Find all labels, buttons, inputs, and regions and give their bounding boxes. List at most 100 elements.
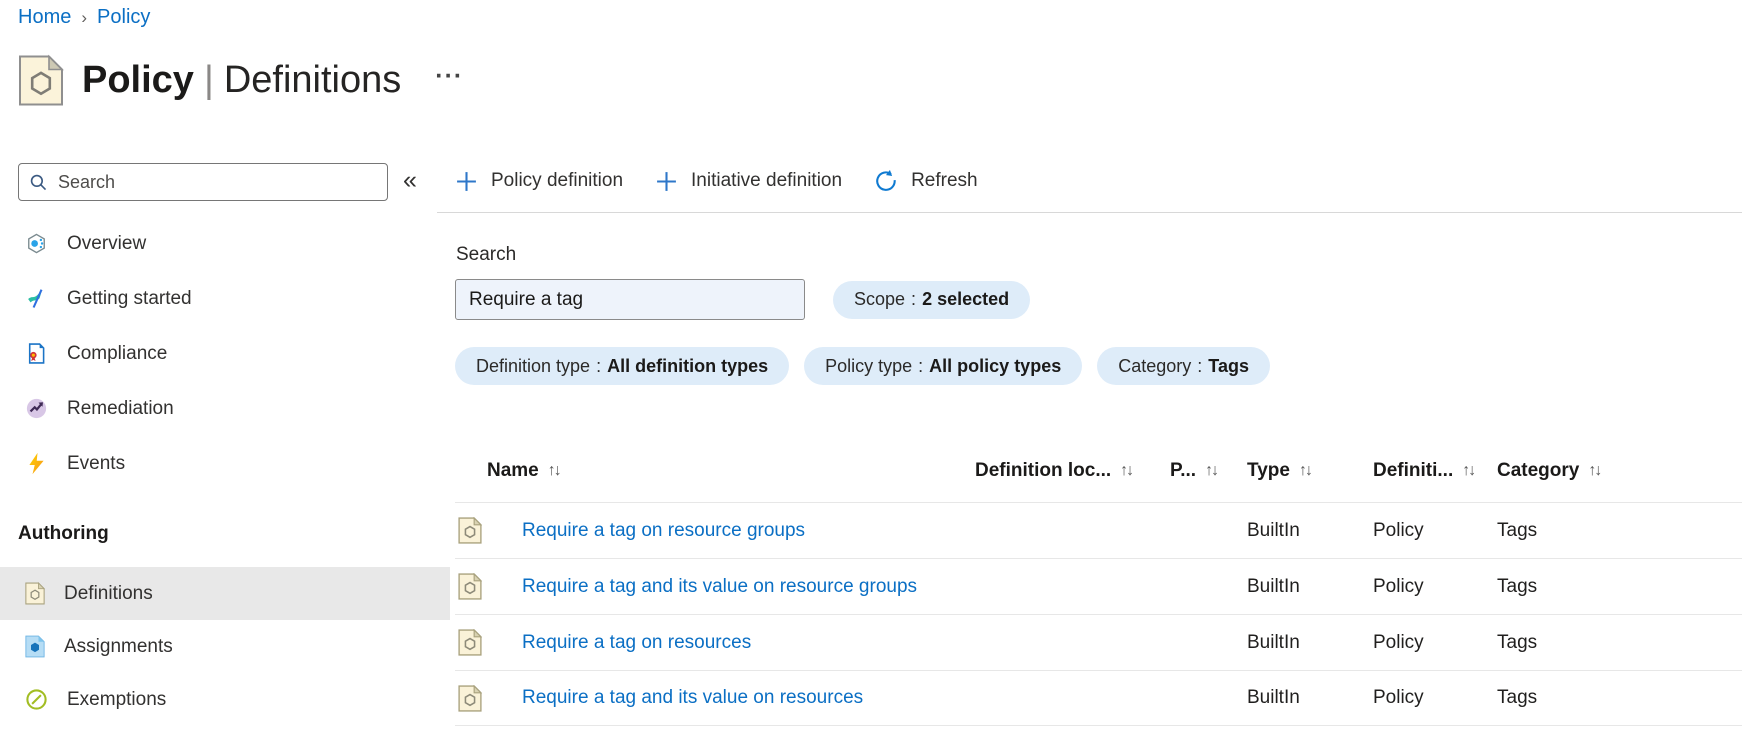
sidebar-section-authoring: Authoring — [18, 523, 109, 544]
sidebar-item-assignments[interactable]: Assignments — [0, 620, 450, 673]
sidebar-item-label: Assignments — [64, 635, 173, 657]
toolbar-divider — [437, 212, 1742, 213]
category-cell: Tags — [1497, 687, 1538, 708]
search-icon — [30, 174, 47, 190]
column-header-definition-type[interactable]: Definiti... ↑↓ — [1373, 460, 1497, 482]
name-cell: Require a tag and its value on resource … — [455, 573, 975, 600]
filter-row-1: Scope : 2 selected — [455, 279, 1031, 320]
pill-separator: : — [1197, 355, 1203, 376]
sidebar-item-label: Getting started — [67, 287, 192, 309]
name-cell: Require a tag and its value on resources — [455, 684, 975, 712]
sidebar-item-remediation[interactable]: Remediation — [0, 381, 450, 436]
pill-separator: : — [911, 289, 917, 309]
scope-filter-pill[interactable]: Scope : 2 selected — [833, 280, 1031, 319]
initiative-definition-button[interactable]: Initiative definition — [655, 170, 842, 193]
sort-icon: ↑↓ — [1298, 462, 1313, 479]
pill-value: All policy types — [929, 355, 1062, 376]
breadcrumb: Home › Policy — [18, 6, 150, 29]
policy-doc-icon — [458, 517, 482, 544]
policy-type-filter-pill[interactable]: Policy type : All policy types — [804, 347, 1083, 385]
category-filter-pill[interactable]: Category : Tags — [1097, 347, 1270, 385]
collapse-sidebar-icon[interactable]: « — [403, 165, 417, 195]
breadcrumb-home-link[interactable]: Home — [18, 6, 71, 29]
sidebar-item-label: Remediation — [67, 397, 174, 419]
table-row: Require a tag on resources BuiltIn Polic… — [455, 614, 1742, 670]
sort-icon: ↑↓ — [1120, 462, 1134, 479]
add-icon — [457, 171, 476, 191]
sort-icon: ↑↓ — [1588, 462, 1602, 479]
add-icon — [657, 171, 676, 191]
pill-label: Scope — [854, 289, 906, 309]
sort-icon: ↑↓ — [547, 462, 562, 479]
definition-link[interactable]: Require a tag and its value on resource … — [522, 576, 917, 598]
remediation-icon — [26, 398, 47, 419]
sidebar-item-label: Exemptions — [67, 688, 167, 710]
exemptions-icon — [26, 689, 47, 710]
column-header-type[interactable]: Type ↑↓ — [1247, 460, 1373, 482]
policy-doc-icon — [458, 629, 482, 656]
getting-started-icon — [28, 289, 43, 308]
refresh-icon — [876, 169, 896, 191]
pill-label: Category — [1118, 355, 1192, 376]
sidebar-item-overview[interactable]: Overview — [0, 216, 450, 271]
definition-search-input[interactable] — [455, 279, 805, 320]
page-header: Policy | Definitions ··· — [18, 50, 463, 110]
column-header-policies[interactable]: P... ↑↓ — [1170, 460, 1247, 482]
sidebar-search-input[interactable] — [58, 171, 358, 193]
command-bar: Policy definition Initiative definition … — [455, 160, 978, 202]
name-cell: Require a tag on resources — [455, 629, 975, 656]
sidebar-item-label: Definitions — [64, 582, 153, 604]
table-row: Require a tag on resource groups BuiltIn… — [455, 502, 1742, 558]
refresh-button[interactable]: Refresh — [874, 169, 978, 193]
definition-type-cell: Policy — [1373, 519, 1424, 541]
definition-type-cell: Policy — [1373, 631, 1424, 653]
category-cell: Tags — [1497, 575, 1538, 597]
sidebar-search-box[interactable] — [18, 163, 388, 201]
compliance-icon — [28, 343, 45, 364]
pill-label: Policy type — [825, 355, 913, 376]
sidebar-item-events[interactable]: Events — [0, 436, 450, 491]
policy-doc-icon — [458, 573, 482, 600]
column-header-definition-location[interactable]: Definition loc... ↑↓ — [975, 460, 1170, 482]
definition-link[interactable]: Require a tag and its value on resources — [522, 687, 863, 709]
sidebar-item-definitions[interactable]: Definitions — [0, 567, 450, 620]
overview-icon — [28, 233, 45, 254]
events-icon — [29, 452, 44, 475]
type-cell: BuiltIn — [1247, 519, 1300, 541]
table-header-row: Name ↑↓ Definition loc... ↑↓ P... ↑↓ Type ↑↓… — [455, 440, 1742, 502]
search-field-label: Search — [456, 244, 517, 265]
category-cell: Tags — [1497, 631, 1538, 653]
definition-type-filter-pill[interactable]: Definition type : All definition types — [455, 347, 790, 385]
pill-value: 2 selected — [922, 289, 1010, 309]
page-title: Policy | Definitions — [82, 58, 402, 101]
sort-icon: ↑↓ — [1205, 462, 1219, 479]
pill-value: All definition types — [607, 355, 769, 376]
column-header-name[interactable]: Name ↑↓ — [455, 460, 975, 482]
type-cell: BuiltIn — [1247, 575, 1300, 597]
more-icon[interactable]: ··· — [435, 62, 463, 91]
assignments-icon — [25, 635, 45, 658]
sidebar-item-label: Overview — [67, 232, 147, 254]
type-cell: BuiltIn — [1247, 631, 1300, 653]
column-header-category[interactable]: Category ↑↓ — [1497, 460, 1742, 482]
pill-separator: : — [918, 355, 924, 376]
definition-link[interactable]: Require a tag on resources — [522, 632, 751, 654]
sidebar-item-exemptions[interactable]: Exemptions — [0, 673, 450, 726]
sidebar-item-getting-started[interactable]: Getting started — [0, 271, 450, 326]
table-row: Require a tag and its value on resources… — [455, 670, 1742, 726]
filter-row-2: Definition type : All definition types P… — [455, 347, 1270, 385]
sort-icon: ↑↓ — [1462, 462, 1476, 479]
sidebar: « Overview Getting started — [0, 140, 450, 743]
pill-value: Tags — [1208, 355, 1249, 376]
sidebar-item-compliance[interactable]: Compliance — [0, 326, 450, 381]
definition-link[interactable]: Require a tag on resource groups — [522, 520, 805, 542]
policy-definition-button[interactable]: Policy definition — [455, 170, 623, 193]
table-row: Require a tag and its value on resource … — [455, 558, 1742, 614]
sidebar-nav: Overview Getting started Compliance Reme… — [0, 216, 450, 726]
button-label: Refresh — [911, 170, 978, 191]
breadcrumb-policy-link[interactable]: Policy — [97, 6, 150, 29]
definitions-table: Name ↑↓ Definition loc... ↑↓ P... ↑↓ Type ↑↓… — [455, 440, 1742, 726]
definition-type-cell: Policy — [1373, 687, 1424, 708]
definition-type-cell: Policy — [1373, 575, 1424, 597]
sidebar-item-label: Events — [67, 452, 126, 474]
